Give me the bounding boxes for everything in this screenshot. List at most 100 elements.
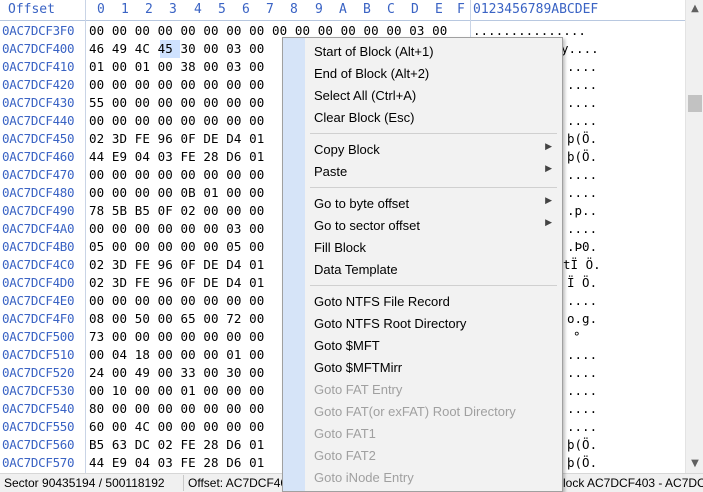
row-ascii[interactable]: .... bbox=[567, 419, 597, 434]
menu-item-fill-block[interactable]: Fill Block bbox=[305, 237, 562, 259]
vertical-scrollbar[interactable]: ▲ ▼ bbox=[685, 0, 703, 473]
menu-item-label: Fill Block bbox=[314, 240, 367, 255]
row-hex-bytes[interactable]: B5 63 DC 02 FE 28 D6 01 bbox=[89, 437, 264, 452]
submenu-arrow-icon: ▶ bbox=[545, 196, 552, 206]
row-hex-bytes[interactable]: 00 00 00 00 00 00 00 00 00 00 00 00 00 0… bbox=[89, 23, 447, 38]
menu-item-paste[interactable]: Paste ▶ bbox=[305, 161, 562, 183]
submenu-arrow-icon: ▶ bbox=[545, 218, 552, 228]
row-offset: 0AC7DCF4E0 bbox=[2, 293, 75, 308]
row-hex-bytes[interactable]: 02 3D FE 96 0F DE D4 01 bbox=[89, 275, 264, 290]
row-ascii[interactable]: .p.. bbox=[567, 203, 597, 218]
offset-column-header: Offset bbox=[8, 2, 55, 17]
row-ascii[interactable]: .... bbox=[567, 383, 597, 398]
row-ascii[interactable]: .... bbox=[567, 293, 597, 308]
row-offset: 0AC7DCF4A0 bbox=[2, 221, 75, 236]
row-offset: 0AC7DCF420 bbox=[2, 77, 75, 92]
scroll-up-icon[interactable]: ▲ bbox=[686, 0, 703, 18]
status-divider bbox=[183, 475, 184, 491]
row-hex-bytes[interactable]: 44 E9 04 03 FE 28 D6 01 bbox=[89, 455, 264, 470]
menu-item-goto-byte-offset[interactable]: Go to byte offset ▶ bbox=[305, 193, 562, 215]
row-offset: 0AC7DCF450 bbox=[2, 131, 75, 146]
hex-column-header-b: B bbox=[363, 2, 371, 17]
menu-item-goto-fat-entry: Goto FAT Entry bbox=[305, 379, 562, 401]
menu-item-goto-mftmirr[interactable]: Goto $MFTMirr bbox=[305, 357, 562, 379]
row-hex-bytes[interactable]: 01 00 01 00 38 00 03 00 bbox=[89, 59, 264, 74]
row-hex-bytes[interactable]: 02 3D FE 96 0F DE D4 01 bbox=[89, 131, 264, 146]
row-ascii[interactable]: .... bbox=[567, 167, 597, 182]
row-ascii[interactable]: .... bbox=[567, 401, 597, 416]
row-ascii[interactable]: Ï Ö. bbox=[567, 275, 597, 290]
row-hex-bytes[interactable]: 05 00 00 00 00 00 05 00 bbox=[89, 239, 264, 254]
row-hex-bytes[interactable]: 55 00 00 00 00 00 00 00 bbox=[89, 95, 264, 110]
row-ascii[interactable]: .... bbox=[567, 221, 597, 236]
row-ascii[interactable]: y.... bbox=[561, 41, 599, 56]
menu-separator bbox=[310, 133, 557, 134]
row-ascii[interactable]: o.g. bbox=[567, 311, 597, 326]
row-ascii[interactable]: þ(Ö. bbox=[567, 149, 597, 164]
scroll-down-icon[interactable]: ▼ bbox=[686, 455, 703, 473]
row-hex-bytes[interactable]: 24 00 49 00 33 00 30 00 bbox=[89, 365, 264, 380]
row-offset: 0AC7DCF4C0 bbox=[2, 257, 75, 272]
menu-item-label: End of Block (Alt+2) bbox=[314, 66, 430, 81]
menu-item-goto-mft[interactable]: Goto $MFT bbox=[305, 335, 562, 357]
row-ascii[interactable]: .... bbox=[567, 347, 597, 362]
hex-column-header-d: D bbox=[411, 2, 419, 17]
submenu-arrow-icon: ▶ bbox=[545, 164, 552, 174]
row-ascii[interactable]: .... bbox=[567, 365, 597, 380]
menu-item-select-all[interactable]: Select All (Ctrl+A) bbox=[305, 85, 562, 107]
row-ascii[interactable]: ............... bbox=[473, 23, 586, 38]
row-hex-bytes[interactable]: 00 00 00 00 00 00 00 00 bbox=[89, 293, 264, 308]
row-ascii[interactable]: .... bbox=[567, 113, 597, 128]
menu-item-end-of-block[interactable]: End of Block (Alt+2) bbox=[305, 63, 562, 85]
menu-item-start-of-block[interactable]: Start of Block (Alt+1) bbox=[305, 41, 562, 63]
row-hex-bytes[interactable]: 46 49 4C 45 30 00 03 00 bbox=[89, 41, 264, 56]
hex-column-header-9: 9 bbox=[315, 2, 323, 17]
row-ascii[interactable]: .Þ0. bbox=[567, 239, 597, 254]
menu-item-label: Goto FAT1 bbox=[314, 426, 376, 441]
menu-item-label: Goto $MFT bbox=[314, 338, 380, 353]
menu-icon-gutter bbox=[283, 38, 305, 491]
menu-item-goto-fat1: Goto FAT1 bbox=[305, 423, 562, 445]
scrollbar-thumb[interactable] bbox=[688, 95, 702, 112]
row-hex-bytes[interactable]: 00 10 00 00 01 00 00 00 bbox=[89, 383, 264, 398]
row-hex-bytes[interactable]: 00 00 00 00 00 00 03 00 bbox=[89, 221, 264, 236]
row-ascii[interactable]: þ(Ö. bbox=[567, 131, 597, 146]
row-hex-bytes[interactable]: 02 3D FE 96 0F DE D4 01 bbox=[89, 257, 264, 272]
row-ascii[interactable]: .... bbox=[567, 59, 597, 74]
menu-item-goto-fat2: Goto FAT2 bbox=[305, 445, 562, 467]
menu-item-data-template[interactable]: Data Template bbox=[305, 259, 562, 281]
row-offset: 0AC7DCF520 bbox=[2, 365, 75, 380]
row-hex-bytes[interactable]: 00 00 00 00 00 00 00 00 bbox=[89, 113, 264, 128]
row-hex-bytes[interactable]: 08 00 50 00 65 00 72 00 bbox=[89, 311, 264, 326]
menu-item-goto-ntfs-file-record[interactable]: Goto NTFS File Record bbox=[305, 291, 562, 313]
row-ascii[interactable]: tÏ Ö. bbox=[563, 257, 601, 272]
row-hex-bytes[interactable]: 00 04 18 00 00 00 01 00 bbox=[89, 347, 264, 362]
row-ascii[interactable]: .... bbox=[567, 77, 597, 92]
menu-item-goto-sector-offset[interactable]: Go to sector offset ▶ bbox=[305, 215, 562, 237]
row-ascii[interactable]: ° bbox=[573, 329, 581, 344]
row-hex-bytes[interactable]: 60 00 4C 00 00 00 00 00 bbox=[89, 419, 264, 434]
row-hex-bytes[interactable]: 80 00 00 00 00 00 00 00 bbox=[89, 401, 264, 416]
row-hex-bytes[interactable]: 78 5B B5 0F 02 00 00 00 bbox=[89, 203, 264, 218]
menu-item-goto-ntfs-root-directory[interactable]: Goto NTFS Root Directory bbox=[305, 313, 562, 335]
menu-item-clear-block[interactable]: Clear Block (Esc) bbox=[305, 107, 562, 129]
row-hex-bytes[interactable]: 00 00 00 00 00 00 00 00 bbox=[89, 167, 264, 182]
row-hex-bytes[interactable]: 73 00 00 00 00 00 00 00 bbox=[89, 329, 264, 344]
context-menu[interactable]: Start of Block (Alt+1) End of Block (Alt… bbox=[282, 37, 563, 492]
row-ascii[interactable]: þ(Ö. bbox=[567, 455, 597, 470]
row-hex-bytes[interactable]: 44 E9 04 03 FE 28 D6 01 bbox=[89, 149, 264, 164]
hex-column-header-2: 2 bbox=[145, 2, 153, 17]
menu-item-copy-block[interactable]: Copy Block ▶ bbox=[305, 139, 562, 161]
row-hex-bytes[interactable]: 00 00 00 00 00 00 00 00 bbox=[89, 77, 264, 92]
row-offset: 0AC7DCF3F0 bbox=[2, 23, 75, 38]
row-hex-bytes[interactable]: 00 00 00 00 0B 01 00 00 bbox=[89, 185, 264, 200]
row-offset: 0AC7DCF4D0 bbox=[2, 275, 75, 290]
row-offset: 0AC7DCF430 bbox=[2, 95, 75, 110]
hex-column-header-1: 1 bbox=[121, 2, 129, 17]
row-ascii[interactable]: .... bbox=[567, 185, 597, 200]
row-offset: 0AC7DCF4F0 bbox=[2, 311, 75, 326]
row-ascii[interactable]: .... bbox=[567, 95, 597, 110]
row-ascii[interactable]: þ(Ö. bbox=[567, 437, 597, 452]
menu-item-label: Select All (Ctrl+A) bbox=[314, 88, 417, 103]
status-sector: Sector 90435194 / 500118192 bbox=[4, 476, 165, 490]
